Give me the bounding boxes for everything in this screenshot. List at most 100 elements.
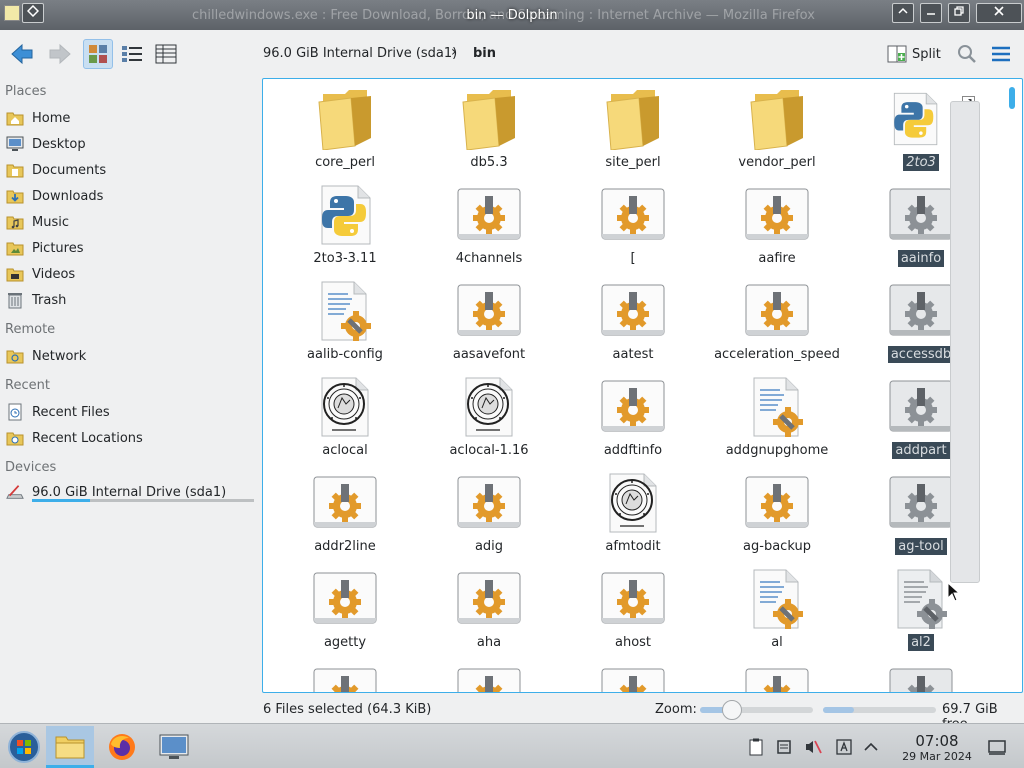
file-item[interactable]: addr2line	[273, 471, 417, 567]
file-item[interactable]: [	[561, 183, 705, 279]
place-videos[interactable]: Videos	[6, 263, 256, 285]
file-item[interactable]: al	[705, 567, 849, 663]
file-item[interactable]: aha	[417, 567, 561, 663]
file-item[interactable]: ag-backup	[705, 471, 849, 567]
title-bar[interactable]: chilledwindows.exe : Free Download, Borr…	[0, 0, 1024, 30]
close-button[interactable]	[976, 3, 1022, 23]
file-item[interactable]	[273, 663, 417, 692]
place-downloads[interactable]: Downloads	[6, 185, 256, 207]
maximize-button[interactable]	[948, 3, 970, 23]
mouse-cursor-icon	[947, 582, 961, 602]
search-button[interactable]	[952, 39, 982, 69]
file-name: addftinfo	[603, 443, 663, 458]
executable-icon	[457, 567, 521, 631]
file-item[interactable]: aclocal-1.16	[417, 375, 561, 471]
file-name: ahost	[614, 635, 652, 650]
file-view[interactable]: core_perl db5.3 site_perl vendor_perl ↗ 2to3 2…	[262, 78, 1023, 693]
file-item[interactable]: adig	[417, 471, 561, 567]
file-item[interactable]	[849, 663, 993, 692]
details-view-icon	[155, 44, 177, 64]
scrollbar-thumb[interactable]	[1009, 87, 1015, 109]
downloads-folder-icon	[6, 187, 24, 205]
minimize-button[interactable]	[892, 3, 914, 23]
file-item[interactable]	[561, 663, 705, 692]
compact-view-button[interactable]	[117, 39, 147, 69]
icons-view-button[interactable]	[83, 39, 113, 69]
file-item[interactable]: agetty	[273, 567, 417, 663]
place-recent-locations[interactable]: Recent Locations	[6, 427, 256, 449]
breadcrumb-drive[interactable]: 96.0 GiB Internal Drive (sda1)	[263, 46, 457, 61]
restore-icon	[954, 6, 964, 16]
place-home[interactable]: Home	[6, 107, 256, 129]
file-item[interactable]	[705, 663, 849, 692]
clock[interactable]: 07:08 29 Mar 2024	[900, 732, 974, 763]
place-network[interactable]: Network	[6, 345, 256, 367]
place-documents[interactable]: Documents	[6, 159, 256, 181]
show-desktop-button[interactable]	[988, 738, 1006, 756]
place-desktop[interactable]: Desktop	[6, 133, 256, 155]
file-name: aclocal-1.16	[449, 443, 529, 458]
file-item[interactable]: aalib-config	[273, 279, 417, 375]
taskbar: 07:08 29 Mar 2024	[0, 723, 1024, 768]
certificate-script-icon	[313, 375, 377, 439]
file-item[interactable]: ahost	[561, 567, 705, 663]
icons-view-icon	[89, 45, 107, 63]
split-button[interactable]: Split	[887, 42, 941, 66]
scrollbar-track[interactable]	[1009, 83, 1015, 687]
status-bar: 6 Files selected (64.3 KiB) Zoom: 69.7 G…	[0, 695, 1024, 732]
zoom-slider-handle[interactable]	[722, 700, 742, 720]
task-dolphin[interactable]	[46, 726, 94, 768]
clipboard-tray-icon[interactable]	[747, 738, 765, 756]
file-item[interactable]: aasavefont	[417, 279, 561, 375]
file-item[interactable]: db5.3	[417, 87, 561, 183]
file-item[interactable]	[417, 663, 561, 692]
zoom-slider[interactable]	[700, 707, 813, 713]
place-recent-files[interactable]: Recent Files	[6, 401, 256, 423]
file-item[interactable]: afmtodit	[561, 471, 705, 567]
volume-muted-icon[interactable]	[804, 738, 822, 756]
file-item[interactable]: core_perl	[273, 87, 417, 183]
file-item[interactable]: addftinfo	[561, 375, 705, 471]
details-view-button[interactable]	[151, 39, 181, 69]
executable-icon	[457, 183, 521, 247]
tray-expand-chevron-up-icon[interactable]	[862, 738, 880, 756]
storage-tray-icon[interactable]	[775, 738, 793, 756]
file-name: db5.3	[470, 155, 508, 170]
minimize-window-button[interactable]	[920, 3, 942, 23]
section-recent: Recent	[5, 378, 50, 393]
file-item[interactable]: site_perl	[561, 87, 705, 183]
file-name: addpart	[892, 442, 950, 459]
window-title: bin — Dolphin	[466, 8, 558, 23]
file-item[interactable]: 2to3-3.11	[273, 183, 417, 279]
place-label: Desktop	[32, 136, 86, 152]
executable-icon	[601, 279, 665, 343]
place-music[interactable]: Music	[6, 211, 256, 233]
file-item[interactable]: aafire	[705, 183, 849, 279]
places-panel: Places Home Desktop Documents Downloads …	[0, 78, 262, 693]
hamburger-menu-button[interactable]	[986, 39, 1016, 69]
file-name: aatest	[612, 347, 654, 362]
file-item[interactable]: acceleration_speed	[705, 279, 849, 375]
file-item[interactable]: vendor_perl	[705, 87, 849, 183]
home-folder-icon	[6, 109, 24, 127]
file-item[interactable]: aclocal	[273, 375, 417, 471]
certificate-script-icon	[601, 471, 665, 535]
start-menu-button[interactable]	[0, 726, 48, 768]
place-trash[interactable]: Trash	[6, 289, 256, 311]
forward-button[interactable]	[42, 39, 76, 69]
file-item[interactable]: addgnupghome	[705, 375, 849, 471]
task-firefox[interactable]	[98, 726, 146, 768]
script-icon	[313, 279, 377, 343]
hamburger-menu-icon	[992, 46, 1010, 62]
folder-icon	[313, 87, 377, 151]
breadcrumb-current[interactable]: bin	[473, 46, 496, 61]
file-item[interactable]: 4channels	[417, 183, 561, 279]
overlay-scrollbar[interactable]	[950, 101, 980, 583]
file-name: aasavefont	[452, 347, 526, 362]
place-pictures[interactable]: Pictures	[6, 237, 256, 259]
back-button[interactable]	[6, 39, 40, 69]
executable-icon	[889, 375, 953, 439]
task-system-settings[interactable]	[150, 726, 198, 768]
input-method-icon[interactable]	[835, 738, 853, 756]
file-item[interactable]: aatest	[561, 279, 705, 375]
